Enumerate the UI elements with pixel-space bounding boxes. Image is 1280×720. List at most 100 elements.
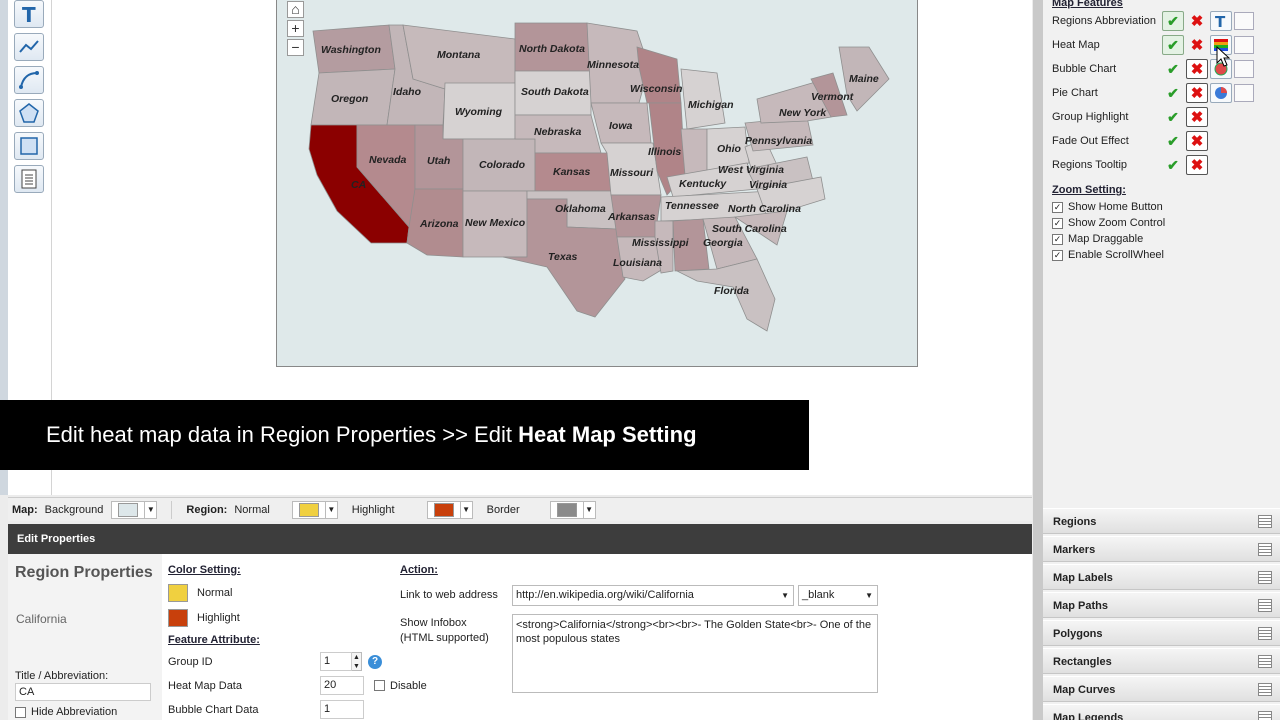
enable-check-icon[interactable]: ✔ xyxy=(1162,107,1184,127)
accordion-map-legends[interactable]: Map Legends xyxy=(1043,704,1280,720)
heat-map-input[interactable]: 20 xyxy=(320,676,364,695)
enable-check-icon[interactable]: ✔ xyxy=(1162,11,1184,31)
feature-attribute-title: Feature Attribute: xyxy=(168,634,260,646)
disable-checkbox[interactable] xyxy=(374,680,385,691)
grid-settings-icon[interactable] xyxy=(1234,60,1254,78)
disable-x-icon[interactable]: ✖ xyxy=(1186,59,1208,79)
disable-x-icon[interactable]: ✖ xyxy=(1186,83,1208,103)
list-icon xyxy=(1258,571,1272,584)
disable-x-icon[interactable]: ✖ xyxy=(1186,131,1208,151)
svg-text:T: T xyxy=(1215,13,1226,29)
checkbox[interactable]: ✓ xyxy=(1052,249,1063,261)
label-minnesota: Minnesota xyxy=(587,59,639,71)
heat-map-label: Heat Map Data xyxy=(168,679,242,692)
pie-settings-icon[interactable] xyxy=(1210,83,1232,103)
group-id-stepper[interactable]: ▲ ▼ xyxy=(352,652,362,671)
zoom-in-button[interactable]: + xyxy=(287,20,304,37)
enable-check-icon[interactable]: ✔ xyxy=(1162,83,1184,103)
label-pennsylvania: Pennsylvania xyxy=(745,135,812,147)
disable-x-icon[interactable]: ✖ xyxy=(1186,11,1208,31)
accordion-polygons[interactable]: Polygons xyxy=(1043,620,1280,646)
enable-check-icon[interactable]: ✔ xyxy=(1162,35,1184,55)
heat-map-row: Heat Map Data 20 Disable xyxy=(168,676,427,695)
link-input[interactable]: http://en.wikipedia.org/wiki/California ▼ xyxy=(512,585,794,606)
bubble-chart-input[interactable]: 1 xyxy=(320,700,364,719)
background-label: Background xyxy=(44,503,104,516)
dropdown-arrow-icon: ▼ xyxy=(144,501,156,518)
rectangle-tool-button[interactable] xyxy=(14,132,44,160)
grid-settings-icon[interactable] xyxy=(1234,84,1254,102)
feature-label: Pie Chart xyxy=(1052,87,1098,99)
polygon-tool-button[interactable] xyxy=(14,99,44,127)
checkbox[interactable]: ✓ xyxy=(1052,201,1063,213)
zoom-option-home[interactable]: ✓ Show Home Button xyxy=(1052,199,1163,215)
highlight-color-picker[interactable]: ▼ xyxy=(426,500,473,519)
list-icon xyxy=(1258,599,1272,612)
normal-color-picker[interactable]: ▼ xyxy=(291,500,338,519)
zoom-option-scrollwheel[interactable]: ✓ Enable ScrollWheel xyxy=(1052,247,1164,263)
divider xyxy=(171,500,173,519)
link-value: http://en.wikipedia.org/wiki/California xyxy=(516,589,694,601)
us-map[interactable]: Washington Oregon CA Nevada Idaho Montan… xyxy=(276,0,918,367)
zoom-option-label: Show Home Button xyxy=(1068,201,1163,213)
document-tool-button[interactable] xyxy=(14,165,44,193)
hide-abbreviation-option[interactable]: Hide Abbreviation xyxy=(15,706,117,718)
dropdown-arrow-icon: ▼ xyxy=(324,501,337,518)
disable-x-icon[interactable]: ✖ xyxy=(1186,35,1208,55)
accordion-map-curves[interactable]: Map Curves xyxy=(1043,676,1280,702)
accordion-map-paths[interactable]: Map Paths xyxy=(1043,592,1280,618)
enable-check-icon[interactable]: ✔ xyxy=(1162,131,1184,151)
dropdown-arrow-icon: ▼ xyxy=(865,591,873,600)
text-settings-icon[interactable]: T xyxy=(1210,11,1232,31)
link-target-select[interactable]: _blank ▼ xyxy=(798,585,878,606)
zoom-option-draggable[interactable]: ✓ Map Draggable xyxy=(1052,231,1143,247)
grid-settings-icon[interactable] xyxy=(1234,36,1254,54)
border-color-picker[interactable]: ▼ xyxy=(549,500,596,519)
svg-text:T: T xyxy=(22,3,36,25)
highlight-color-swatch[interactable] xyxy=(168,609,188,627)
line-tool-button[interactable] xyxy=(14,33,44,61)
checkbox[interactable]: ✓ xyxy=(1052,233,1063,245)
accordion-markers[interactable]: Markers xyxy=(1043,536,1280,562)
label-nevada: Nevada xyxy=(369,154,407,166)
label-idaho: Idaho xyxy=(393,86,422,98)
enable-check-icon[interactable]: ✔ xyxy=(1162,59,1184,79)
abbreviation-label: Title / Abbreviation: xyxy=(15,670,109,682)
accordion-rectangles[interactable]: Rectangles xyxy=(1043,648,1280,674)
group-id-input[interactable]: 1 xyxy=(320,652,352,671)
help-icon[interactable]: ? xyxy=(368,654,382,669)
highlight-color-row[interactable]: Highlight xyxy=(168,609,240,627)
normal-label: Normal xyxy=(234,503,270,516)
accordion-regions[interactable]: Regions xyxy=(1043,508,1280,534)
label-missouri: Missouri xyxy=(610,167,654,179)
region-indiana[interactable] xyxy=(680,128,708,176)
disable-label: Disable xyxy=(390,679,427,692)
list-icon xyxy=(1258,515,1272,528)
curve-tool-button[interactable] xyxy=(14,66,44,94)
home-button[interactable]: ⌂ xyxy=(287,1,304,18)
enable-check-icon[interactable]: ✔ xyxy=(1162,155,1184,175)
label-louisiana: Louisiana xyxy=(613,257,662,269)
disable-x-icon[interactable]: ✖ xyxy=(1186,107,1208,127)
zoom-option-zoom-control[interactable]: ✓ Show Zoom Control xyxy=(1052,215,1165,231)
checkbox[interactable]: ✓ xyxy=(1052,217,1063,229)
rectangle-tool-icon xyxy=(20,137,38,155)
text-tool-button[interactable]: T xyxy=(14,0,44,28)
normal-color-row[interactable]: Normal xyxy=(168,584,232,602)
color-swatch xyxy=(298,502,319,517)
infobox-textarea[interactable]: <strong>California</strong><br><br>- The… xyxy=(512,614,878,693)
accordion-map-labels[interactable]: Map Labels xyxy=(1043,564,1280,590)
text-tool-icon: T xyxy=(22,3,36,25)
polygon-tool-icon xyxy=(19,103,39,123)
disable-x-icon[interactable]: ✖ xyxy=(1186,155,1208,175)
background-color-picker[interactable]: ▼ xyxy=(111,500,158,519)
feature-row-fade-out-effect: Fade Out Effect ✔ ✖ xyxy=(1052,130,1280,152)
accordion-label: Markers xyxy=(1053,544,1096,556)
normal-color-swatch[interactable] xyxy=(168,584,188,602)
label-arizona: Arizona xyxy=(419,218,459,230)
checkbox[interactable] xyxy=(15,706,26,718)
grid-settings-icon[interactable] xyxy=(1234,12,1254,30)
zoom-out-button[interactable]: − xyxy=(287,39,304,56)
accordion-label: Map Paths xyxy=(1053,600,1109,612)
abbreviation-input[interactable]: CA xyxy=(15,683,151,701)
